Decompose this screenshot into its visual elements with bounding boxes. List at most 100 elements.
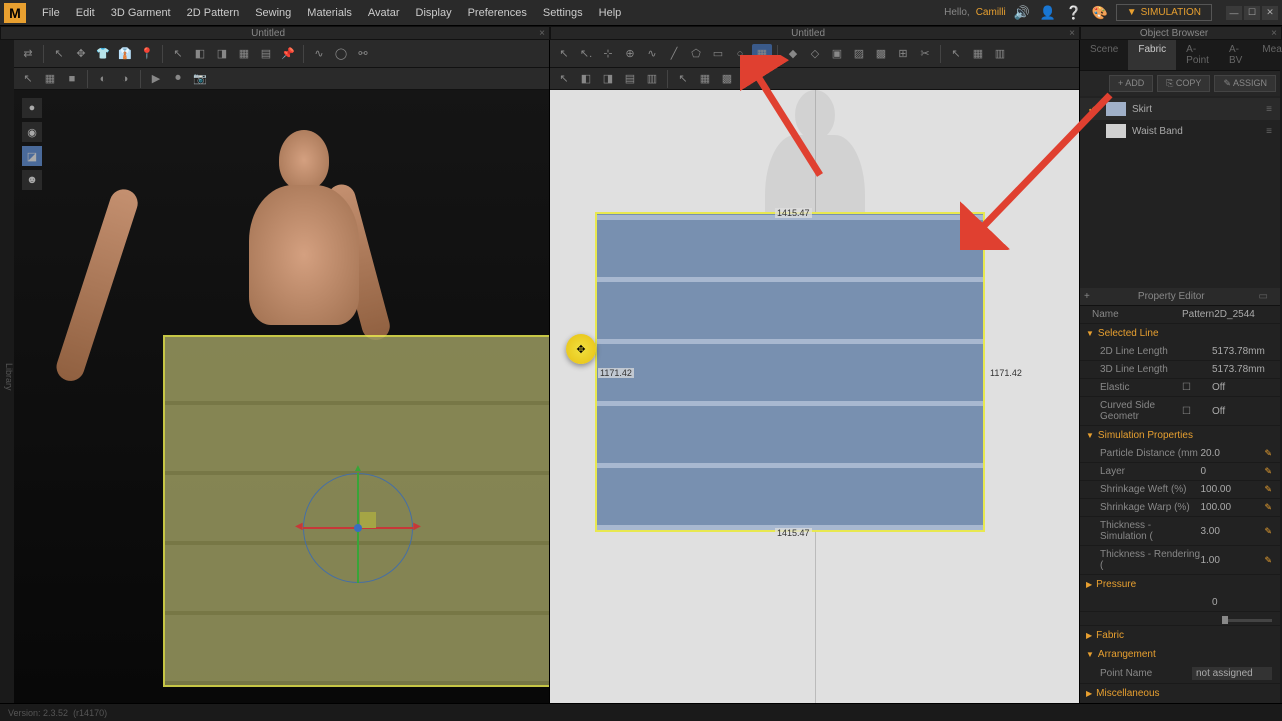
section-selected-line[interactable]: ▼Selected Line [1080, 324, 1280, 343]
tool-sync-icon[interactable]: ⇄ [18, 44, 38, 64]
tool2d-s2-icon[interactable]: ◧ [576, 69, 596, 89]
canvas-3d[interactable]: ● ◉ ◪ ☻ [14, 90, 549, 703]
pattern-rectangle[interactable] [595, 212, 985, 532]
edit-icon[interactable]: ✎ [1264, 484, 1272, 495]
val-thick-rend[interactable]: 1.00 [1200, 555, 1260, 566]
left-dock-strip[interactable]: Library [0, 40, 14, 703]
tool-box2-icon[interactable]: ◨ [212, 44, 232, 64]
tool2d-arr2-icon[interactable]: ▦ [968, 44, 988, 64]
tab-abv[interactable]: A-BV [1219, 40, 1252, 70]
menu-avatar[interactable]: Avatar [360, 3, 408, 23]
tab-measure[interactable]: Measure [1252, 40, 1282, 70]
help-icon[interactable]: ❔ [1064, 3, 1084, 23]
assign-button[interactable]: ✎ ASSIGN [1214, 75, 1276, 92]
section-arrangement[interactable]: ▼Arrangement [1080, 645, 1280, 664]
tool2d-s6-icon[interactable]: ↖ [673, 69, 693, 89]
tool-curve-icon[interactable]: ∿ [309, 44, 329, 64]
palette-icon[interactable]: 🎨 [1090, 3, 1110, 23]
tool2d-point-icon[interactable]: ⊹ [598, 44, 618, 64]
tool2d-seam-icon[interactable]: ⊞ [893, 44, 913, 64]
val-weft[interactable]: 100.00 [1200, 484, 1260, 495]
tool2d-poly-icon[interactable]: ⬠ [686, 44, 706, 64]
maximize-button[interactable]: ☐ [1244, 6, 1260, 20]
tab-fabric[interactable]: Fabric [1128, 40, 1176, 70]
menu-help[interactable]: Help [591, 3, 630, 23]
toggle-elastic[interactable]: ☐ [1182, 382, 1212, 393]
tool-pin-icon[interactable]: 📍 [137, 44, 157, 64]
avatar-view-head-icon[interactable]: ◉ [22, 122, 42, 142]
tool-garment2-icon[interactable]: 👔 [115, 44, 135, 64]
close-browser-icon[interactable]: × [1267, 27, 1281, 41]
tool2d-addpoint-icon[interactable]: ⊕ [620, 44, 640, 64]
val-layer[interactable]: 0 [1200, 466, 1260, 477]
menu-materials[interactable]: Materials [299, 3, 360, 23]
tool2d-s3-icon[interactable]: ◨ [598, 69, 618, 89]
fabric-menu-icon[interactable]: ≡ [1266, 104, 1272, 115]
tool2d-notch2-icon[interactable]: ▨ [849, 44, 869, 64]
tool-mesh-icon[interactable]: ▦ [40, 69, 60, 89]
tool2d-s8-icon[interactable]: ▩ [717, 69, 737, 89]
tool2d-s7-icon[interactable]: ▦ [695, 69, 715, 89]
fabric-item-skirt[interactable]: ✔ Skirt ≡ [1080, 98, 1280, 120]
fabric-panel-3d[interactable] [163, 335, 549, 687]
tool2d-s4-icon[interactable]: ▤ [620, 69, 640, 89]
tool-link-icon[interactable]: ⚯ [353, 44, 373, 64]
section-fabric[interactable]: ▶Fabric [1080, 626, 1280, 645]
tool-move-icon[interactable]: ✥ [71, 44, 91, 64]
fabric-menu-icon[interactable]: ≡ [1266, 126, 1272, 137]
menu-2d-pattern[interactable]: 2D Pattern [179, 3, 248, 23]
avatar-view-face-icon[interactable]: ☻ [22, 170, 42, 190]
transform-gizmo[interactable] [303, 473, 413, 583]
add-button[interactable]: + ADD [1109, 75, 1153, 92]
menu-edit[interactable]: Edit [68, 3, 103, 23]
tool-cursor2-icon[interactable]: ↖ [18, 69, 38, 89]
copy-button[interactable]: ⎘ COPY [1157, 75, 1210, 92]
val-particle[interactable]: 20.0 [1200, 448, 1260, 459]
section-misc[interactable]: ▶Miscellaneous [1080, 684, 1280, 703]
tool2d-s5-icon[interactable]: ▥ [642, 69, 662, 89]
tool2d-curve-icon[interactable]: ∿ [642, 44, 662, 64]
tool-show2-icon[interactable]: ◑ [115, 69, 135, 89]
tool-play-icon[interactable]: ▶ [146, 69, 166, 89]
edit-icon[interactable]: ✎ [1264, 502, 1272, 513]
tool-select-icon[interactable]: ↖ [49, 44, 69, 64]
avatar-view-body-icon[interactable]: ● [22, 98, 42, 118]
pressure-slider[interactable] [1222, 619, 1272, 622]
val-warp[interactable]: 100.00 [1200, 502, 1260, 513]
section-sim-props[interactable]: ▼Simulation Properties [1080, 426, 1280, 445]
tool2d-notch1-icon[interactable]: ▣ [827, 44, 847, 64]
val-point-name[interactable]: not assigned [1192, 667, 1272, 680]
avatar-view-torso-icon[interactable]: ◪ [22, 146, 42, 166]
val-pressure[interactable]: 0 [1212, 597, 1272, 608]
tool2d-internal-icon[interactable]: ▦ [752, 44, 772, 64]
canvas-2d[interactable]: 1415.47 1415.47 1171.42 1171.42 ✥ [550, 90, 1079, 703]
edit-icon[interactable]: ✎ [1264, 448, 1272, 459]
tool2d-dart2-icon[interactable]: ◇ [805, 44, 825, 64]
sound-icon[interactable]: 🔊 [1012, 3, 1032, 23]
menu-file[interactable]: File [34, 3, 68, 23]
tool-rec-icon[interactable]: ⏺ [168, 69, 188, 89]
tool-box3-icon[interactable]: ▦ [234, 44, 254, 64]
simulation-button[interactable]: ▼SIMULATION [1116, 4, 1212, 21]
tool-box4-icon[interactable]: ▤ [256, 44, 276, 64]
close-3d-icon[interactable]: × [535, 27, 549, 41]
close-button[interactable]: ✕ [1262, 6, 1278, 20]
prop-name-value[interactable]: Pattern2D_2544 [1182, 309, 1272, 320]
tool-box1-icon[interactable]: ◧ [190, 44, 210, 64]
tool-ring-icon[interactable]: ◯ [331, 44, 351, 64]
tool2d-trace-icon[interactable]: ✂ [915, 44, 935, 64]
tool2d-circle-icon[interactable]: ○ [730, 44, 750, 64]
tool2d-rect-icon[interactable]: ▭ [708, 44, 728, 64]
menu-preferences[interactable]: Preferences [460, 3, 535, 23]
tool2d-edit-icon[interactable]: ↖. [576, 44, 596, 64]
tool-arrow2-icon[interactable]: ↖ [168, 44, 188, 64]
tool2d-arr3-icon[interactable]: ▥ [990, 44, 1010, 64]
menu-display[interactable]: Display [408, 3, 460, 23]
tool2d-line-icon[interactable]: ╱ [664, 44, 684, 64]
val-thick-sim[interactable]: 3.00 [1200, 526, 1260, 537]
tool-solid-icon[interactable]: ■ [62, 69, 82, 89]
tool-show1-icon[interactable]: ◐ [93, 69, 113, 89]
tool-cam-icon[interactable]: 📷 [190, 69, 210, 89]
tool2d-s1-icon[interactable]: ↖ [554, 69, 574, 89]
user-icon[interactable]: 👤 [1038, 3, 1058, 23]
